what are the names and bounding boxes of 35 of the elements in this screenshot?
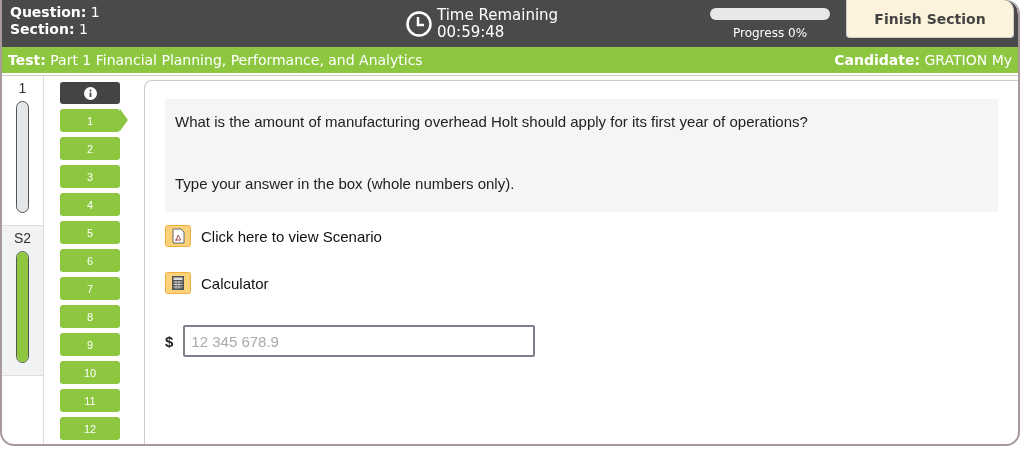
- currency-symbol: $: [165, 332, 174, 350]
- question-button[interactable]: 4: [60, 193, 120, 216]
- answer-field[interactable]: 12 345 678.9: [183, 325, 536, 357]
- calculator-link[interactable]: Calculator: [201, 274, 269, 292]
- finish-section-button[interactable]: Finish Section: [846, 0, 1014, 38]
- timer-value: 00:59:48: [437, 23, 505, 41]
- question-button[interactable]: 7: [60, 277, 120, 300]
- candidate-name: Candidate: GRATION My: [834, 52, 1012, 68]
- question-button[interactable]: 2: [60, 137, 120, 160]
- question-button[interactable]: 10: [60, 361, 120, 384]
- section-tab[interactable]: 1: [2, 76, 43, 226]
- question-button[interactable]: 12: [60, 417, 120, 440]
- pdf-document-icon[interactable]: [165, 225, 191, 247]
- section-label: 1: [18, 80, 27, 96]
- question-button[interactable]: 6: [60, 249, 120, 272]
- question-button[interactable]: 8: [60, 305, 120, 328]
- question-button[interactable]: 3: [60, 165, 120, 188]
- calculator-icon[interactable]: [165, 272, 191, 294]
- clock-icon: [405, 9, 433, 38]
- question-button[interactable]: 1: [60, 109, 120, 132]
- question-number: Question: 1: [10, 3, 101, 21]
- question-text: Type your answer in the box (whole numbers only).: [175, 175, 516, 192]
- info-icon: [83, 86, 97, 100]
- question-button[interactable]: 11: [60, 389, 120, 412]
- question-text: What is the amount of manufacturing overhead Holt should apply for its first year of operations?: [175, 113, 809, 130]
- section-label: S2: [13, 230, 32, 246]
- timer-label: Time Remaining: [437, 6, 559, 24]
- question-button[interactable]: 5: [60, 221, 120, 244]
- question-button[interactable]: 9: [60, 333, 120, 356]
- progress-label: Progress 0%: [732, 25, 808, 40]
- section-tab[interactable]: S2: [2, 226, 43, 376]
- scenario-link[interactable]: Click here to view Scenario: [201, 227, 382, 245]
- test-name: Test: Part 1 Financial Planning, Performance, and Analytics: [8, 52, 423, 68]
- section-number: Section: 1: [10, 20, 89, 38]
- info-button[interactable]: [60, 82, 120, 104]
